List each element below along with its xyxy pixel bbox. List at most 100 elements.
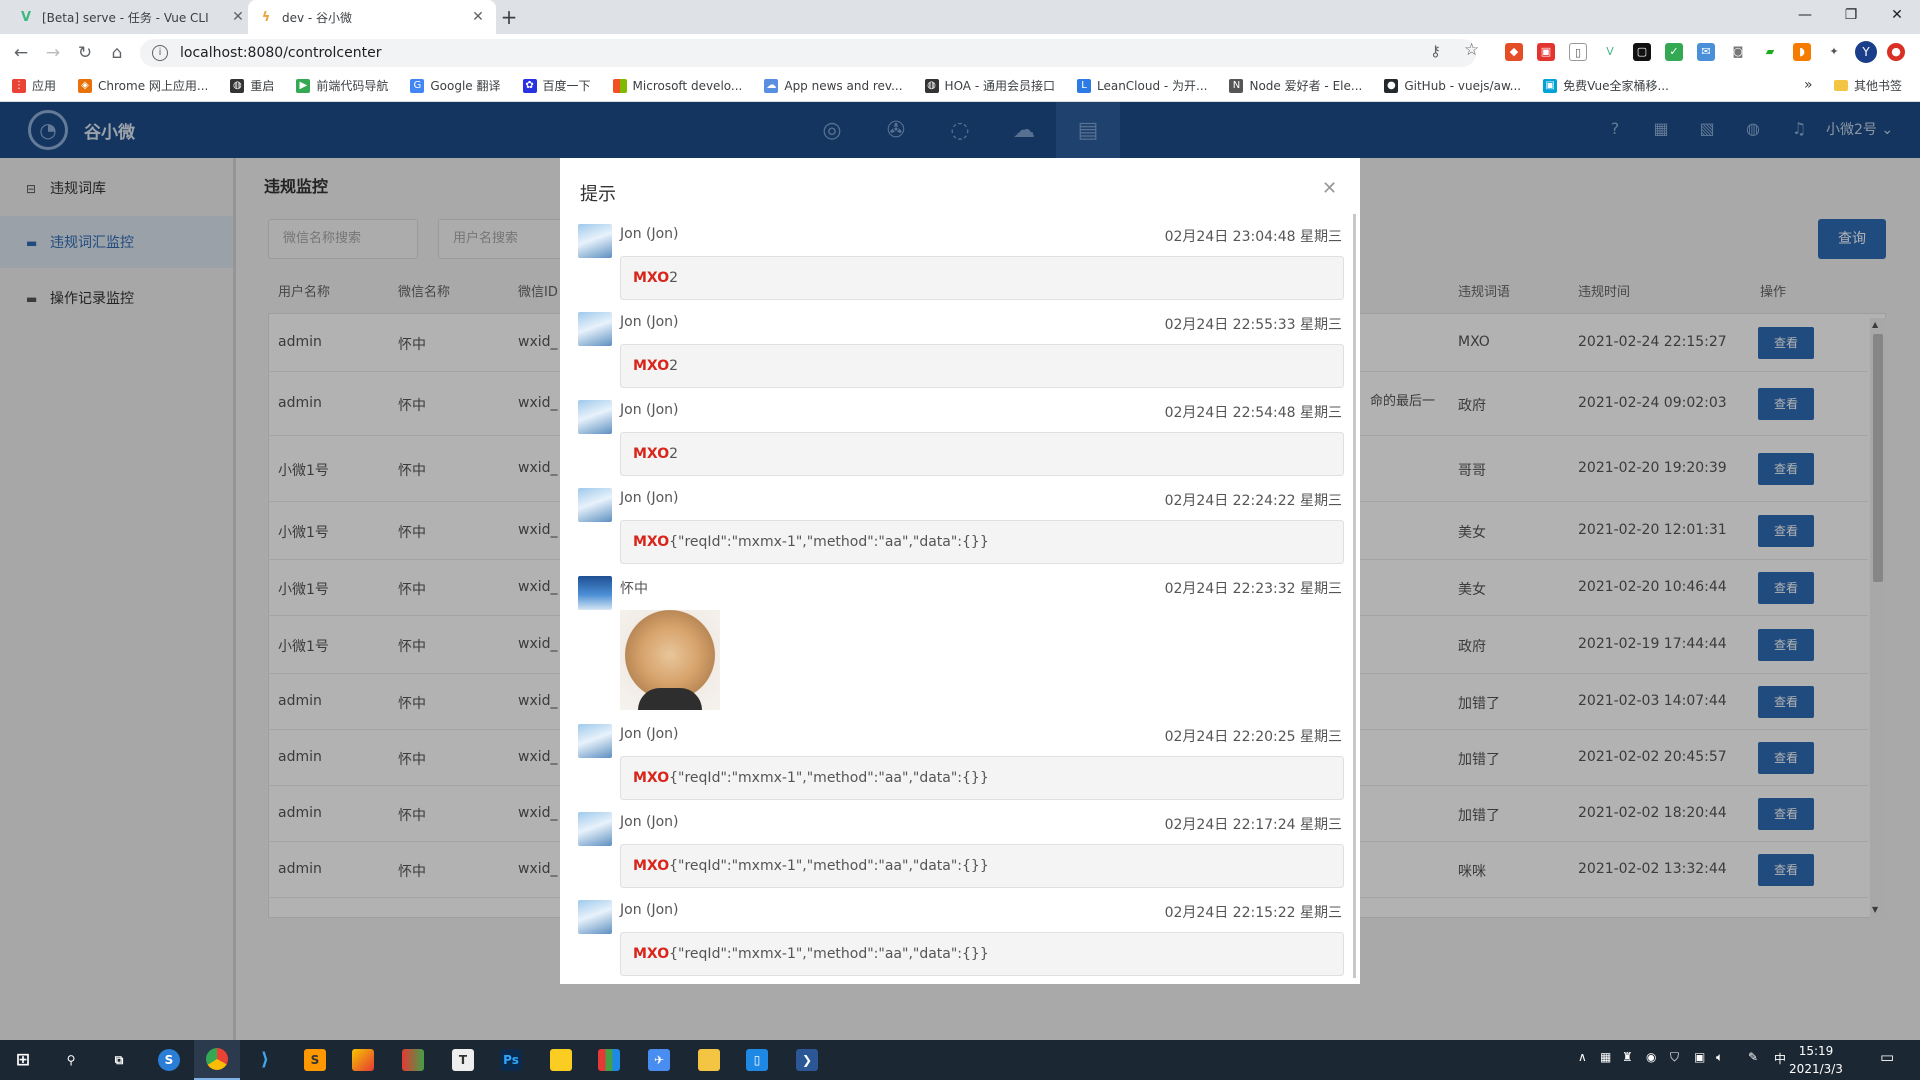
tray-app-icon[interactable]: ♜ bbox=[1622, 1050, 1633, 1064]
avatar[interactable] bbox=[578, 488, 612, 522]
task-view-icon[interactable]: ⧉ bbox=[96, 1040, 142, 1080]
avatar[interactable] bbox=[578, 400, 612, 434]
file-explorer-icon[interactable] bbox=[686, 1040, 732, 1080]
bookmark-item[interactable]: ◍ HOA - 通用会员接口 bbox=[924, 77, 1055, 94]
minimize-button[interactable]: — bbox=[1782, 0, 1828, 30]
clock[interactable]: 15:19 2021/3/3 bbox=[1776, 1042, 1856, 1078]
more-bookmarks-icon[interactable]: » bbox=[1804, 77, 1813, 93]
message-bubble: MXO2 bbox=[620, 432, 1344, 476]
app-icon[interactable] bbox=[586, 1040, 632, 1080]
windows-start-icon[interactable]: ⊞ bbox=[0, 1040, 46, 1080]
puzzle-icon[interactable]: ✦ bbox=[1825, 43, 1843, 61]
tray-app-icon[interactable]: ▦ bbox=[1600, 1050, 1611, 1064]
home-icon[interactable]: ⌂ bbox=[104, 40, 130, 66]
message-text: 2 bbox=[669, 446, 679, 462]
avatar[interactable] bbox=[578, 724, 612, 758]
message-time: 02月24日 22:54:48 星期三 bbox=[1164, 405, 1342, 421]
volume-icon[interactable]: 🔈︎ bbox=[1716, 1050, 1723, 1065]
feishu-icon[interactable]: ✈ bbox=[636, 1040, 682, 1080]
sticky-notes-icon[interactable] bbox=[538, 1040, 584, 1080]
browser-tab[interactable]: V [Beta] serve - 任务 - Vue CLI ✕ bbox=[8, 0, 256, 34]
extension-icon[interactable]: ◗ bbox=[1793, 43, 1811, 61]
reload-icon[interactable]: ↻ bbox=[72, 40, 98, 66]
close-window-button[interactable]: ✕ bbox=[1874, 0, 1920, 30]
bookmark-item[interactable]: ☁ App news and rev... bbox=[764, 78, 903, 93]
forward-icon[interactable]: → bbox=[40, 40, 66, 66]
bookmark-item[interactable]: G Google 翻译 bbox=[410, 77, 501, 94]
dialog-scrollbar[interactable] bbox=[1353, 214, 1356, 978]
avatar[interactable] bbox=[578, 900, 612, 934]
chrome-icon[interactable] bbox=[194, 1040, 240, 1080]
violation-keyword: MXO bbox=[633, 770, 670, 786]
folder-icon bbox=[1834, 80, 1848, 91]
photoshop-icon[interactable]: Ps bbox=[488, 1040, 534, 1080]
extension-icon[interactable]: ✉ bbox=[1697, 43, 1715, 61]
avatar[interactable] bbox=[578, 812, 612, 846]
address-bar[interactable]: i localhost:8080/controlcenter bbox=[140, 39, 1476, 67]
message-sender: 怀中 bbox=[620, 581, 648, 597]
powershell-icon[interactable]: ❯ bbox=[784, 1040, 830, 1080]
tray-chevron-icon[interactable]: ∧ bbox=[1578, 1050, 1587, 1064]
bookmark-ext-icon[interactable]: ▯ bbox=[1569, 43, 1587, 61]
pen-icon[interactable]: ✎ bbox=[1748, 1050, 1758, 1064]
typora-icon[interactable]: T bbox=[440, 1040, 486, 1080]
message-bubble: MXO{"reqId":"mxmx-1","method":"aa","data… bbox=[620, 520, 1344, 564]
bookmark-item[interactable]: ● GitHub - vuejs/aw... bbox=[1384, 78, 1521, 93]
extension-icon[interactable]: ▣ bbox=[1537, 43, 1555, 61]
app-icon[interactable] bbox=[340, 1040, 386, 1080]
info-icon[interactable]: i bbox=[152, 45, 168, 61]
shield-icon[interactable]: ✓ bbox=[1665, 43, 1683, 61]
bookmark-item[interactable]: ◍ 重启 bbox=[230, 77, 274, 94]
extension-icon[interactable]: ◆ bbox=[1505, 43, 1523, 61]
star-icon[interactable]: ☆ bbox=[1464, 40, 1479, 60]
modal-overlay[interactable] bbox=[0, 102, 1920, 158]
bookmark-item[interactable]: ⋮ 应用 bbox=[12, 77, 56, 94]
vscode-icon[interactable]: ⟩ bbox=[242, 1040, 288, 1080]
tab-title: dev - 谷小微 bbox=[282, 10, 353, 25]
chrome-store-icon: ◈ bbox=[78, 78, 93, 93]
message-text: 2 bbox=[669, 270, 679, 286]
bookmark-item[interactable]: ▣ 免费Vue全家桶移... bbox=[1543, 77, 1669, 94]
sogou-icon[interactable]: S bbox=[146, 1040, 192, 1080]
app-icon[interactable] bbox=[390, 1040, 436, 1080]
bookmark-item[interactable]: ▶ 前端代码导航 bbox=[296, 77, 388, 94]
tray-network-icon[interactable]: ▣ bbox=[1694, 1050, 1705, 1064]
new-tab-button[interactable]: + bbox=[496, 4, 522, 30]
bookmark-item[interactable]: ◈ Chrome 网上应用... bbox=[78, 77, 208, 94]
avatar[interactable] bbox=[578, 576, 612, 610]
message-text: {"reqId":"mxmx-1","method":"aa","data":{… bbox=[669, 534, 989, 550]
clock-date: 2021/3/3 bbox=[1789, 1062, 1843, 1076]
vue-devtools-icon[interactable]: V bbox=[1601, 43, 1619, 61]
bookmark-item[interactable]: Microsoft develo... bbox=[612, 78, 742, 93]
extension-icon[interactable]: ▰ bbox=[1761, 43, 1779, 61]
cat-photo[interactable] bbox=[620, 610, 720, 710]
close-tab-icon[interactable]: ✕ bbox=[470, 9, 486, 25]
restore-button[interactable]: ❐ bbox=[1828, 0, 1874, 30]
bookmark-item[interactable]: N Node 爱好者 - Ele... bbox=[1229, 77, 1362, 94]
bookmark-item[interactable]: L LeanCloud - 为开... bbox=[1076, 77, 1207, 94]
bookmark-item[interactable]: ✿ 百度一下 bbox=[522, 77, 591, 94]
close-icon[interactable]: ✕ bbox=[1322, 178, 1337, 199]
bolt-icon: ϟ bbox=[261, 9, 271, 25]
message-time: 02月24日 22:20:25 星期三 bbox=[1164, 729, 1342, 745]
avatar[interactable] bbox=[578, 312, 612, 346]
profile-avatar[interactable]: Y bbox=[1855, 41, 1877, 63]
message-bubble: MXO{"reqId":"mxmx-1","method":"aa","data… bbox=[620, 844, 1344, 888]
other-bookmarks[interactable]: 其他书签 bbox=[1834, 77, 1902, 94]
notification-icon[interactable]: ▭ bbox=[1880, 1048, 1894, 1066]
browser-tab-active[interactable]: ϟ dev - 谷小微 ✕ bbox=[248, 0, 496, 34]
extension-icon[interactable]: ▢ bbox=[1633, 43, 1651, 61]
avatar[interactable] bbox=[578, 224, 612, 258]
phone-app-icon[interactable]: ▯ bbox=[734, 1040, 780, 1080]
message-sender: Jon (Jon) bbox=[620, 314, 679, 330]
camera-icon[interactable]: ◙ bbox=[1729, 43, 1747, 61]
extension-icon[interactable]: ● bbox=[1887, 43, 1905, 61]
sublime-icon[interactable]: S bbox=[292, 1040, 338, 1080]
tray-app-icon[interactable]: ◉ bbox=[1646, 1050, 1656, 1064]
search-icon[interactable]: ⚲ bbox=[48, 1040, 94, 1080]
key-icon[interactable]: ⚷ bbox=[1430, 42, 1441, 60]
violation-keyword: MXO bbox=[633, 358, 670, 374]
close-tab-icon[interactable]: ✕ bbox=[230, 9, 246, 25]
tray-shield-icon[interactable]: ⛉ bbox=[1670, 1050, 1679, 1065]
back-icon[interactable]: ← bbox=[8, 40, 34, 66]
